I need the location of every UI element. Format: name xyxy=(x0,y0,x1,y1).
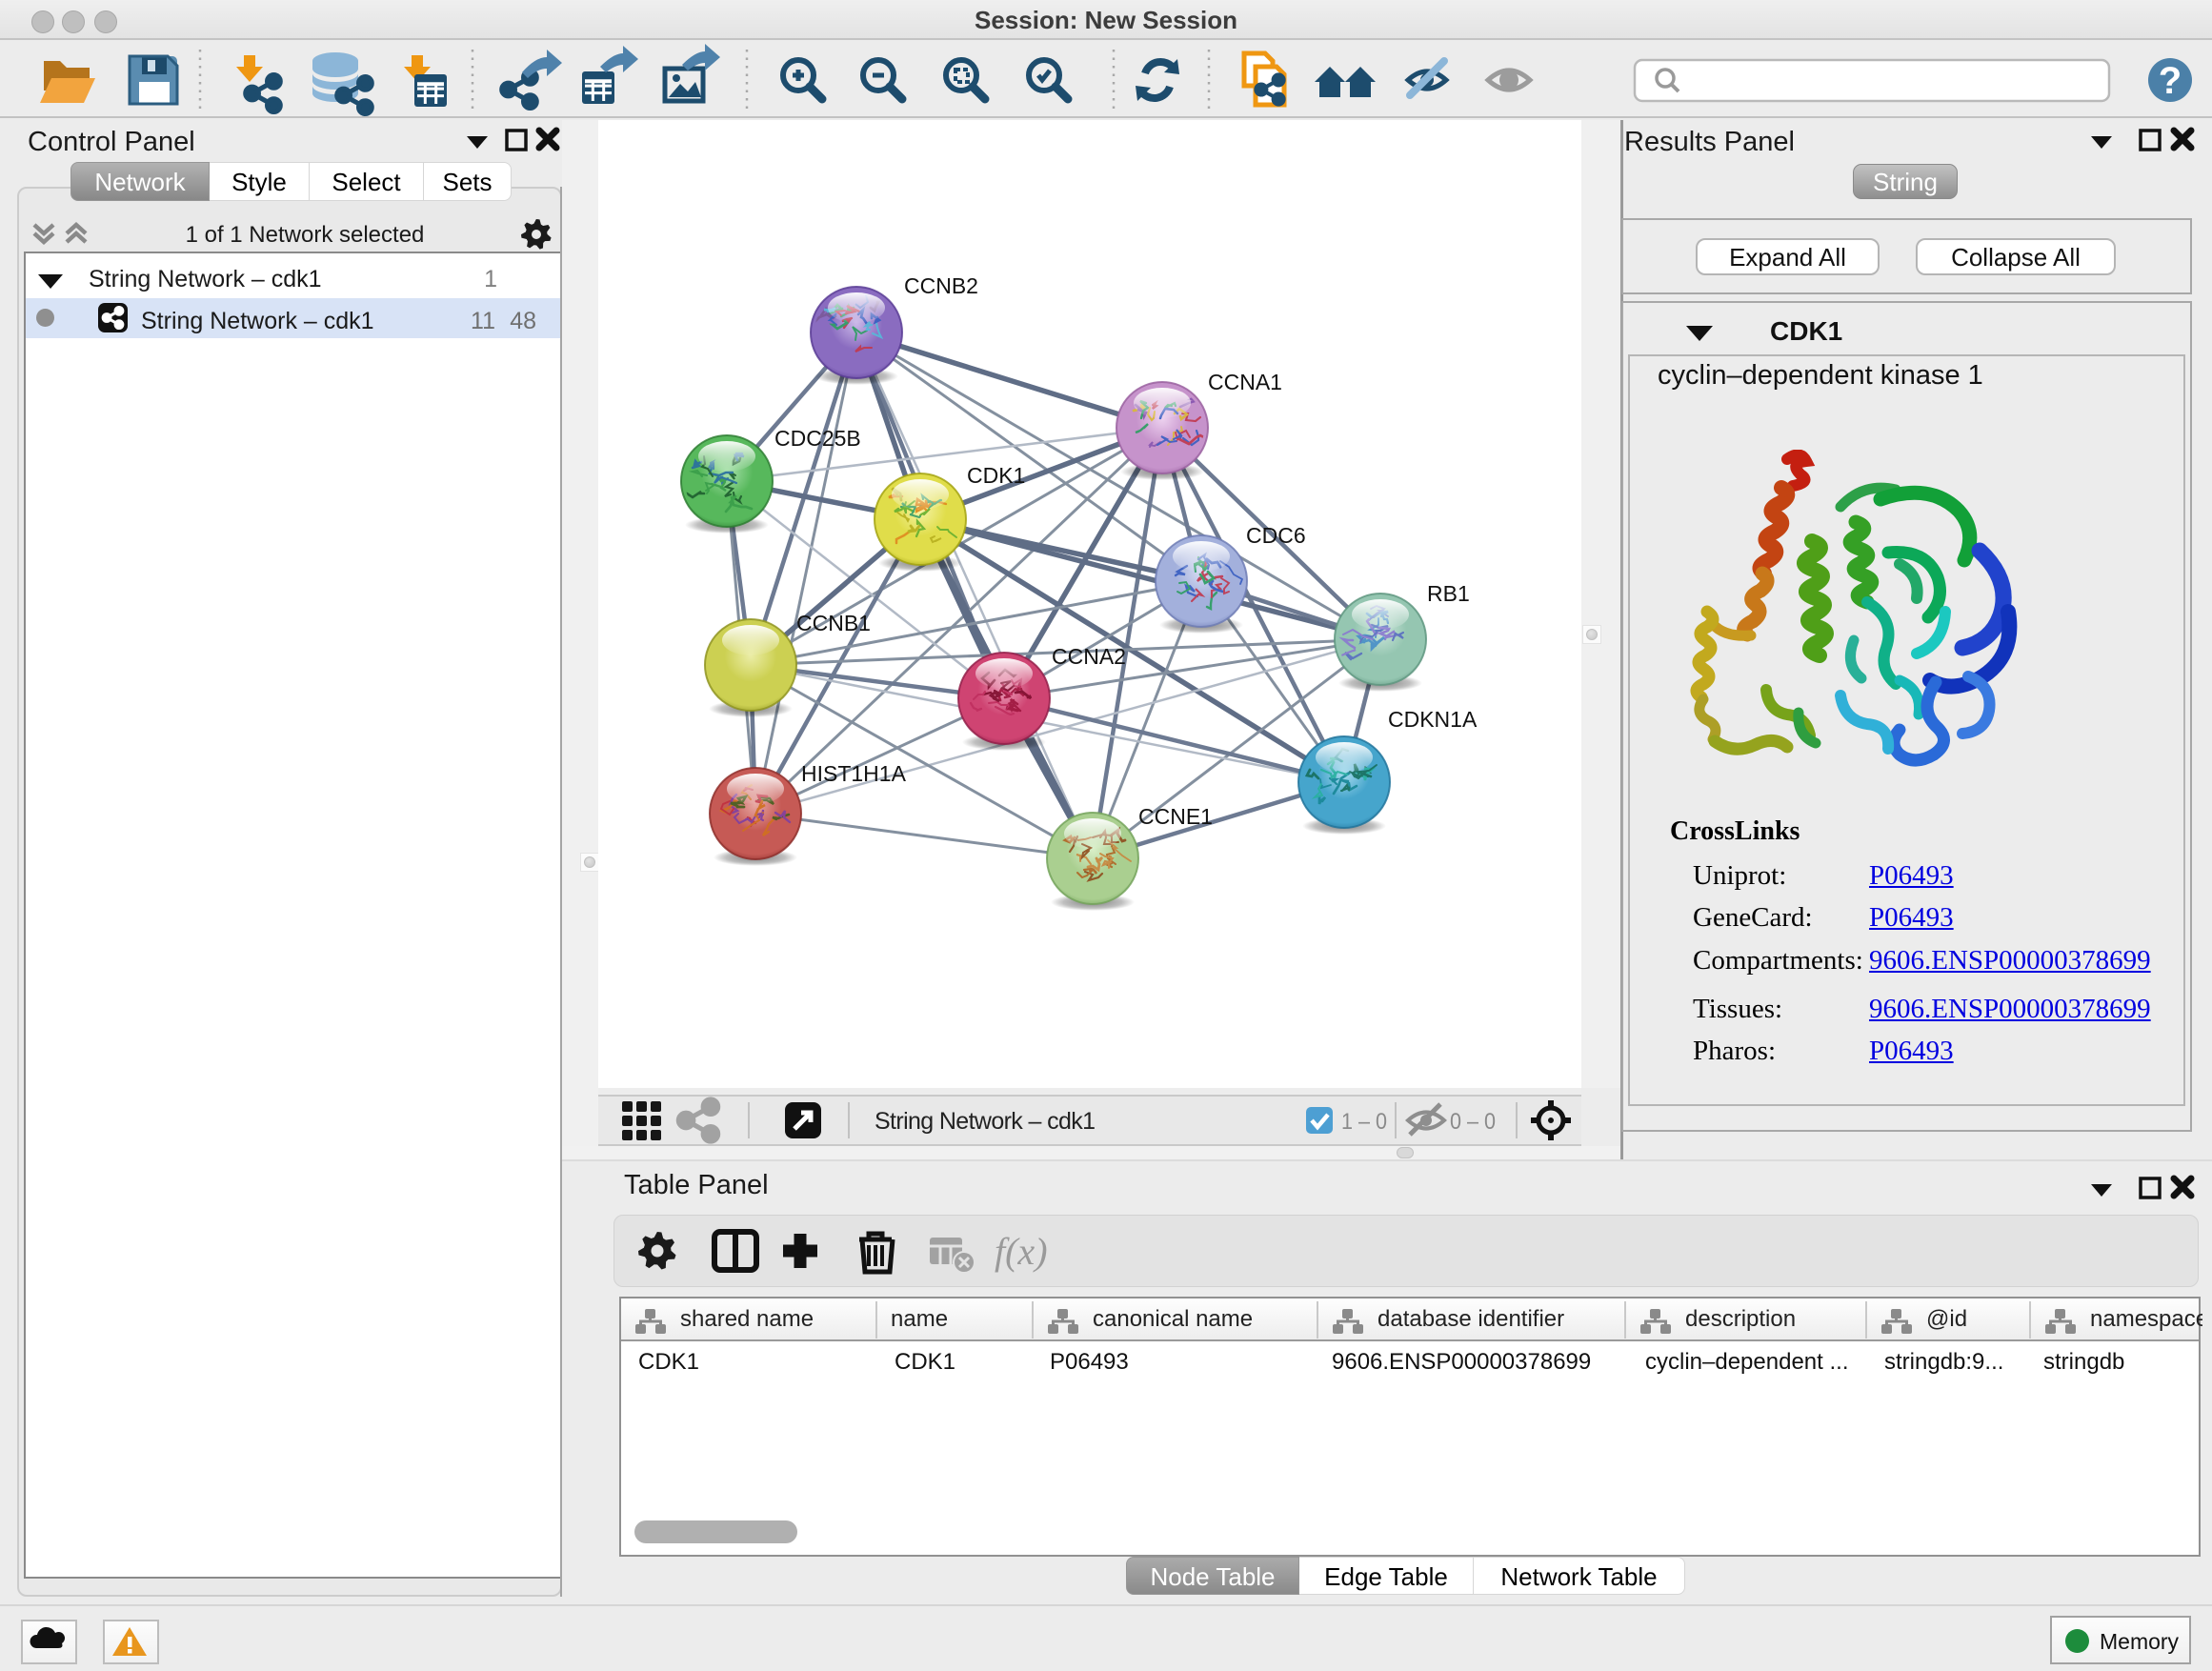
svg-text:CCNE1: CCNE1 xyxy=(1138,804,1213,829)
svg-text:?: ? xyxy=(2159,60,2182,102)
svg-text:HIST1H1A: HIST1H1A xyxy=(801,761,907,786)
svg-text:0 – 0: 0 – 0 xyxy=(1450,1109,1496,1135)
svg-text:RB1: RB1 xyxy=(1427,581,1470,606)
svg-text:CCNA1: CCNA1 xyxy=(1208,370,1282,394)
svg-text:CDC25B: CDC25B xyxy=(774,426,861,451)
svg-text:1 – 0: 1 – 0 xyxy=(1341,1109,1387,1135)
svg-text:CCNB1: CCNB1 xyxy=(796,611,871,635)
svg-text:CDK1: CDK1 xyxy=(967,463,1025,488)
svg-text:CCNB2: CCNB2 xyxy=(904,273,978,298)
svg-text:CCNA2: CCNA2 xyxy=(1052,644,1126,669)
svg-text:CDC6: CDC6 xyxy=(1246,523,1306,548)
svg-text:CDKN1A: CDKN1A xyxy=(1388,707,1478,732)
svg-text:String Network – cdk1: String Network – cdk1 xyxy=(875,1108,1096,1135)
svg-text:f(x): f(x) xyxy=(995,1230,1048,1273)
